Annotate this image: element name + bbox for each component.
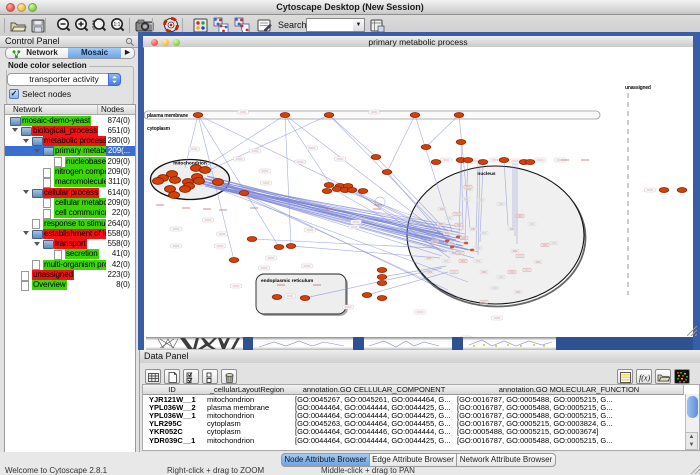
svg-text:f(x): f(x) bbox=[639, 374, 650, 383]
svg-text:endoplasmic reticulum: endoplasmic reticulum bbox=[261, 278, 313, 284]
svg-text:cytoplasm: cytoplasm bbox=[147, 126, 171, 132]
svg-text:1:1: 1:1 bbox=[114, 22, 121, 28]
svg-text:nucleus: nucleus bbox=[477, 171, 495, 177]
svg-text:unassigned: unassigned bbox=[625, 85, 651, 91]
svg-text:mitochondrion: mitochondrion bbox=[173, 161, 207, 167]
svg-text:plasma membrane: plasma membrane bbox=[147, 113, 188, 119]
